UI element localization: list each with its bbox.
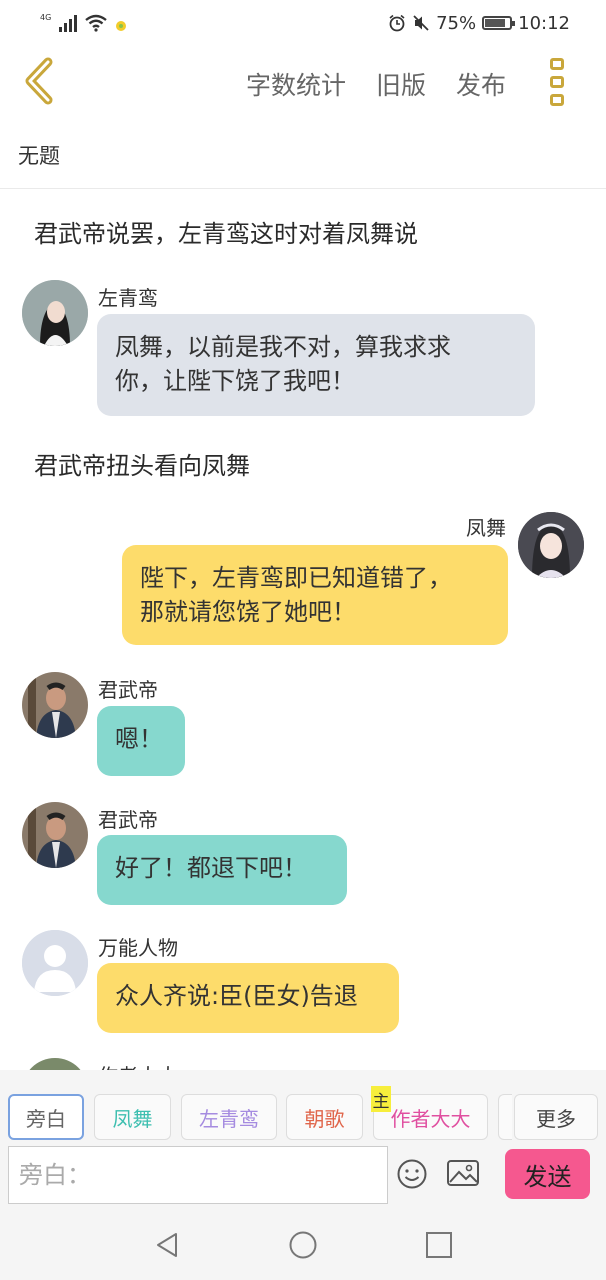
chat-message[interactable]: 左青鸾 凤舞，以前是我不对，算我求求 你，让陛下饶了我吧！ — [0, 276, 606, 426]
more-label: 更多 — [536, 1106, 576, 1131]
publish-button[interactable]: 发布 — [456, 66, 506, 102]
message-bubble[interactable]: 好了！都退下吧！ — [97, 835, 347, 905]
default-user-icon — [22, 930, 88, 996]
message-text: 你，让陛下饶了我吧！ — [115, 367, 355, 395]
role-label: 朝歌 — [304, 1106, 345, 1131]
message-text: 凤舞，以前是我不对，算我求求 — [115, 333, 451, 361]
character-portrait-icon — [518, 512, 584, 578]
message-text: 好了！都退下吧！ — [115, 854, 307, 882]
emoji-icon[interactable] — [396, 1158, 428, 1190]
menu-dot-icon — [550, 58, 564, 70]
status-left: 4G — [40, 10, 127, 32]
message-bubble[interactable]: 众人齐说:臣(臣女)告退 — [97, 963, 399, 1033]
role-label: 旁白 — [26, 1106, 66, 1131]
chat-area[interactable]: 君武帝说罢，左青鸾这时对着凤舞说 左青鸾 凤舞，以前是我不对，算我求求 你，让陛… — [0, 190, 606, 1070]
avatar[interactable] — [22, 930, 88, 996]
narration-text[interactable]: 君武帝扭头看向凤舞 — [34, 446, 250, 481]
system-nav-bar — [0, 1210, 606, 1280]
avatar[interactable] — [22, 672, 88, 738]
menu-dot-icon — [550, 76, 564, 88]
composer-panel: 旁白 凤舞 左青鸾 朝歌 主 作者大大 更多 发送 — [0, 1070, 606, 1210]
battery-icon — [482, 16, 516, 30]
character-portrait-icon — [22, 802, 88, 868]
message-bubble[interactable]: 凤舞，以前是我不对，算我求求 你，让陛下饶了我吧！ — [97, 314, 535, 416]
mute-icon — [413, 15, 429, 31]
notification-app-icon — [116, 21, 127, 31]
message-text: 那就请您饶了她吧！ — [140, 598, 356, 626]
chat-message[interactable]: 凤舞 陛下，左青鸾即已知道错了， 那就请您饶了她吧！ — [0, 508, 606, 658]
old-version-button[interactable]: 旧版 — [376, 66, 426, 102]
chat-message[interactable]: 君武帝 嗯！ — [0, 668, 606, 780]
image-icon[interactable] — [446, 1158, 480, 1188]
main-role-badge: 主 — [371, 1086, 391, 1112]
menu-dot-icon — [550, 94, 564, 106]
speaker-name: 左青鸾 — [98, 286, 158, 310]
top-toolbar: 字数统计 旧版 发布 — [0, 46, 606, 126]
network-type: 4G — [40, 13, 52, 22]
speaker-name: 君武帝 — [98, 808, 158, 832]
speaker-name: 君武帝 — [98, 678, 158, 702]
role-label: 凤舞 — [112, 1106, 153, 1131]
more-menu-button[interactable] — [550, 58, 568, 106]
role-tab-partial[interactable] — [498, 1094, 512, 1140]
role-tab-zhaoge[interactable]: 朝歌 — [286, 1094, 363, 1140]
narration-text[interactable]: 君武帝说罢，左青鸾这时对着凤舞说 — [34, 214, 418, 249]
speaker-name: 万能人物 — [98, 936, 178, 960]
role-label: 左青鸾 — [199, 1106, 259, 1131]
message-text: 陛下，左青鸾即已知道错了， — [140, 564, 452, 592]
wifi-icon — [85, 14, 108, 32]
message-text: 众人齐说:臣(臣女)告退 — [115, 982, 358, 1010]
role-tab-fengwu[interactable]: 凤舞 — [94, 1094, 171, 1140]
back-chevron-icon[interactable] — [18, 56, 62, 106]
nav-recents-icon[interactable] — [424, 1230, 454, 1260]
send-button[interactable]: 发送 — [505, 1149, 590, 1199]
word-count-button[interactable]: 字数统计 — [246, 66, 346, 102]
speaker-name: 作者大大 — [98, 1060, 178, 1070]
character-portrait-icon — [22, 672, 88, 738]
nav-back-icon[interactable] — [152, 1230, 182, 1260]
role-selector: 旁白 凤舞 左青鸾 朝歌 主 作者大大 更多 — [8, 1086, 598, 1140]
status-right: 75% 10:12 — [388, 10, 570, 36]
input-row: 发送 — [8, 1146, 598, 1206]
avatar[interactable] — [22, 802, 88, 868]
divider — [0, 188, 606, 189]
nav-home-icon[interactable] — [288, 1230, 318, 1260]
clock: 10:12 — [518, 12, 570, 34]
message-text: 嗯！ — [115, 725, 163, 753]
message-input[interactable] — [8, 1146, 388, 1204]
avatar[interactable] — [518, 512, 584, 578]
chat-message[interactable]: 万能人物 众人齐说:臣(臣女)告退 — [0, 928, 606, 1040]
character-portrait-icon — [22, 280, 88, 346]
role-tab-author[interactable]: 主 作者大大 — [371, 1086, 488, 1140]
document-title[interactable]: 无题 — [18, 140, 60, 170]
status-bar: 4G 75% 10:12 — [0, 0, 606, 46]
role-tab-narrator[interactable]: 旁白 — [8, 1094, 84, 1140]
chat-message[interactable]: 作者大大 — [0, 1056, 606, 1070]
toolbar-actions: 字数统计 旧版 发布 — [246, 66, 506, 102]
chat-message[interactable]: 君武帝 好了！都退下吧！ — [0, 798, 606, 910]
role-label: 作者大大 — [390, 1106, 471, 1131]
alarm-icon — [389, 14, 405, 32]
more-roles-button[interactable]: 更多 — [514, 1094, 598, 1140]
message-bubble[interactable]: 嗯！ — [97, 706, 185, 776]
role-tab-zuoqingluan[interactable]: 左青鸾 — [181, 1094, 277, 1140]
battery-percent: 75% — [436, 12, 477, 34]
signal-icon — [59, 14, 78, 32]
speaker-name: 凤舞 — [466, 516, 506, 540]
avatar[interactable] — [22, 280, 88, 346]
message-bubble[interactable]: 陛下，左青鸾即已知道错了， 那就请您饶了她吧！ — [122, 545, 508, 645]
avatar[interactable] — [22, 1058, 88, 1070]
